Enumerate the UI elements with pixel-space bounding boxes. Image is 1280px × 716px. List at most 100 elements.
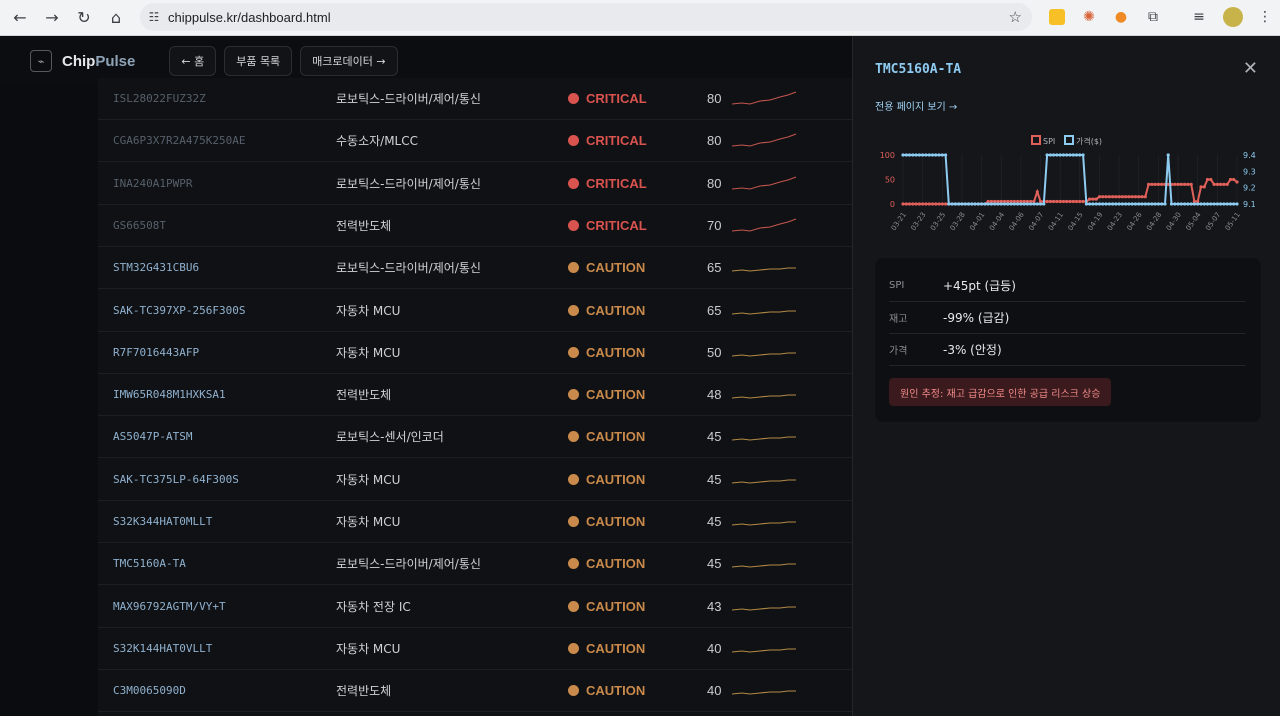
site-info-icon[interactable]: ☷ (140, 10, 168, 24)
data-point (1186, 182, 1190, 186)
data-point (1140, 195, 1144, 199)
table-row[interactable]: R7F7016443AFP 자동차 MCU CAUTION 50 (98, 332, 852, 374)
menu-kebab-icon[interactable]: ⋮ (1254, 6, 1276, 28)
dedicated-page-link[interactable]: 전용 페이지 보기 → (875, 98, 957, 113)
data-point (924, 202, 928, 206)
table-row[interactable]: SAK-TC397XP-256F300S 자동차 MCU CAUTION 65 (98, 290, 852, 332)
x-tick-label: 03-25 (929, 211, 947, 232)
score: 40 (707, 683, 722, 699)
part-number[interactable]: S32K144HAT0VLLT (113, 642, 212, 655)
bookmark-star-icon[interactable]: ☆ (1009, 8, 1022, 26)
status-label: CRITICAL (586, 217, 647, 233)
logo[interactable]: ⌁ ChipPulse (30, 50, 135, 72)
data-point (1074, 153, 1079, 157)
part-number[interactable]: CGA6P3X7R2A475K250AE (113, 134, 245, 147)
y-right-tick-label: 9.4 (1243, 151, 1256, 160)
data-point (989, 202, 993, 206)
status-badge: CAUTION (568, 387, 645, 402)
data-point (993, 202, 997, 206)
extension-fruit-icon[interactable]: ● (1110, 6, 1132, 28)
table-row[interactable]: AS5047P-ATSM 로보틱스-센서/인코더 CAUTION 45 (98, 416, 852, 459)
table-row[interactable]: GS66508T 전력반도체 CRITICAL 70 (98, 205, 852, 247)
table-row[interactable]: INA240A1PWPR 로보틱스-드라이버/제어/통신 CRITICAL 80 (98, 163, 852, 205)
data-point (996, 202, 1000, 206)
status-label: CAUTION (586, 514, 646, 529)
part-number[interactable]: AS5047P-ATSM (113, 430, 192, 443)
part-number[interactable]: R7F7016443AFP (113, 346, 199, 359)
extension-sun-icon[interactable]: ✺ (1078, 6, 1100, 28)
url-text[interactable]: chippulse.kr/dashboard.html (168, 10, 331, 25)
part-number[interactable]: SAK-TC397XP-256F300S (113, 304, 245, 317)
data-point (1091, 197, 1095, 201)
data-point (1225, 182, 1229, 186)
data-point (1055, 153, 1059, 157)
extension-keep-icon[interactable] (1046, 6, 1068, 28)
status-dot-icon (568, 304, 579, 316)
data-point (930, 153, 935, 157)
part-number[interactable]: TMC5160A-TA (113, 557, 186, 570)
data-point (1130, 195, 1134, 199)
close-icon[interactable]: ✕ (1243, 58, 1258, 79)
table-row[interactable]: STM32G431CBU6 로보틱스-드라이버/제어/통신 CAUTION 65 (98, 247, 852, 290)
parts-table: ISL28022FUZ32Z 로보틱스-드라이버/제어/통신 CRITICAL 80 C… (98, 78, 852, 716)
home-icon[interactable]: ⌂ (100, 3, 132, 33)
status-label: CAUTION (586, 260, 646, 276)
part-number[interactable]: MAX96792AGTM/VY+T (113, 600, 226, 613)
part-number[interactable]: IMW65R048M1HXKSA1 (113, 388, 226, 401)
category: 로보틱스-센서/인코더 (336, 430, 444, 445)
table-row[interactable]: TMC5160A-TA 로보틱스-드라이버/제어/통신 CAUTION 45 (98, 543, 852, 586)
data-point (1097, 195, 1102, 199)
media-control-icon[interactable]: ≡ (1188, 6, 1210, 28)
table-row[interactable]: MAX96792AGTM/VY+T 자동차 전장 IC CAUTION 43 (98, 586, 852, 628)
macro-data-button[interactable]: 매크로데이터 → (300, 46, 398, 76)
reload-icon[interactable]: ↻ (68, 3, 100, 33)
data-point (1012, 202, 1016, 206)
part-number[interactable]: GS66508T (113, 219, 166, 232)
table-row[interactable]: S32K344HAT0MLLT 자동차 MCU CAUTION 45 (98, 501, 852, 543)
part-number[interactable]: ISL28022FUZ32Z (113, 92, 206, 105)
table-row[interactable]: S32K144HAT0VLLT 자동차 MCU CAUTION 40 (98, 628, 852, 670)
status-dot-icon (568, 685, 579, 697)
part-number[interactable]: STM32G431CBU6 (113, 261, 199, 274)
data-point (1091, 202, 1095, 206)
data-point (914, 153, 918, 157)
address-bar[interactable]: ☷ chippulse.kr/dashboard.html ☆ (140, 3, 1032, 31)
data-point (1022, 202, 1026, 206)
data-point (1035, 202, 1039, 206)
sparkline (731, 218, 797, 232)
data-point (1078, 199, 1082, 204)
forward-icon[interactable]: → (36, 3, 68, 33)
x-tick-label: 05-11 (1224, 211, 1242, 232)
status-dot-icon (568, 642, 579, 654)
table-row[interactable]: IMW65R048M1HXKSA1 전력반도체 CAUTION 48 (98, 374, 852, 417)
data-point (1101, 195, 1105, 199)
data-point (1222, 182, 1226, 186)
data-point (1215, 182, 1219, 186)
table-row[interactable]: ISL28022FUZ32Z 로보틱스-드라이버/제어/통신 CRITICAL 80 (98, 78, 852, 120)
home-button[interactable]: ← 홈 (169, 46, 217, 76)
part-number[interactable]: C3M0065090D (113, 684, 186, 697)
data-point (1124, 202, 1128, 206)
sparkline (731, 91, 797, 105)
part-number[interactable]: SAK-TC375LP-64F300S (113, 473, 239, 486)
data-point (957, 202, 961, 206)
data-point (1055, 199, 1059, 204)
sparkline (731, 563, 796, 568)
data-point (924, 153, 928, 157)
table-row[interactable]: SAK-TC375LP-64F300S 자동차 MCU CAUTION 45 (98, 459, 852, 501)
extensions-puzzle-icon[interactable]: ⧉ (1142, 6, 1164, 28)
x-tick-label: 04-23 (1106, 211, 1124, 232)
stat-value: -3% (안정) (943, 343, 1002, 357)
data-point (1006, 202, 1010, 206)
part-number[interactable]: INA240A1PWPR (113, 177, 192, 190)
parts-list-button[interactable]: 부품 목록 (224, 46, 293, 76)
data-point (1068, 199, 1072, 204)
stat-value: -99% (급감) (943, 311, 1010, 325)
sparkline (731, 176, 797, 190)
profile-avatar[interactable] (1222, 6, 1244, 28)
part-number[interactable]: S32K344HAT0MLLT (113, 515, 212, 528)
back-icon[interactable]: ← (4, 3, 36, 33)
status-label: CRITICAL (586, 175, 647, 191)
table-row[interactable]: C3M0065090D 전력반도체 CAUTION 40 (98, 670, 852, 713)
table-row[interactable]: CGA6P3X7R2A475K250AE 수동소자/MLCC CRITICAL 80 (98, 120, 852, 163)
